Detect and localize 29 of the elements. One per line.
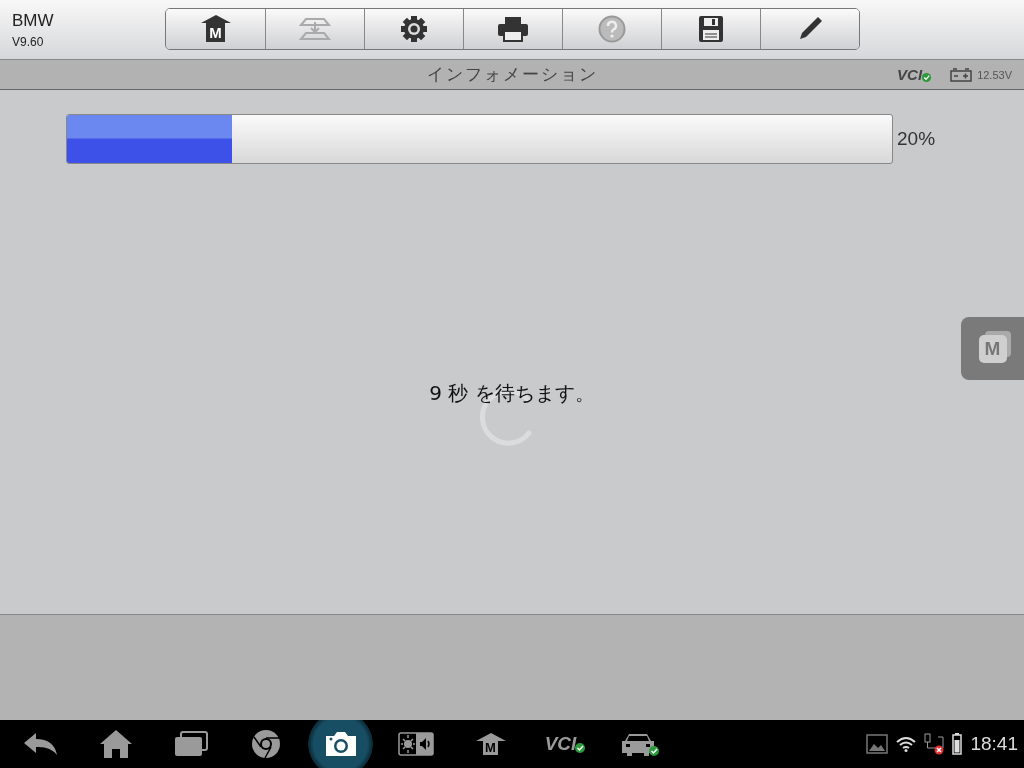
brightness-volume-icon [397,732,434,756]
toolbar-button[interactable] [463,8,562,49]
taskbar-button[interactable]: M [453,720,528,768]
app-name: BMW [12,10,55,31]
settings-icon [400,14,428,43]
clock-time: 18:41 [970,733,1018,755]
battery-icon [952,733,963,755]
camera-icon [323,730,358,758]
screen-title: インフォメーション [426,63,598,86]
network-error-icon [924,733,945,755]
toolbar-button[interactable]: M [166,8,265,49]
progress-percent: 20% [897,128,936,150]
voltage-reading: 12.53V [977,68,1012,81]
help-icon [598,14,626,43]
browser-icon [250,729,281,759]
recent-apps-icon [173,731,208,757]
app-version: V9.60 [12,34,45,49]
image-notification-icon [866,734,889,754]
battery-icon [950,67,973,82]
toolbar-button[interactable] [661,8,760,49]
home-icon [98,729,133,759]
wait-message: 9 秒 を待ちます。 [429,380,595,407]
save-icon [698,14,724,43]
back-arrow-icon [23,732,58,756]
toolbar-button[interactable] [364,8,463,49]
wifi-icon [896,736,917,752]
toolbar-button[interactable] [760,8,859,49]
taskbar-button[interactable]: VCI [528,720,603,768]
printer-icon [497,15,529,42]
